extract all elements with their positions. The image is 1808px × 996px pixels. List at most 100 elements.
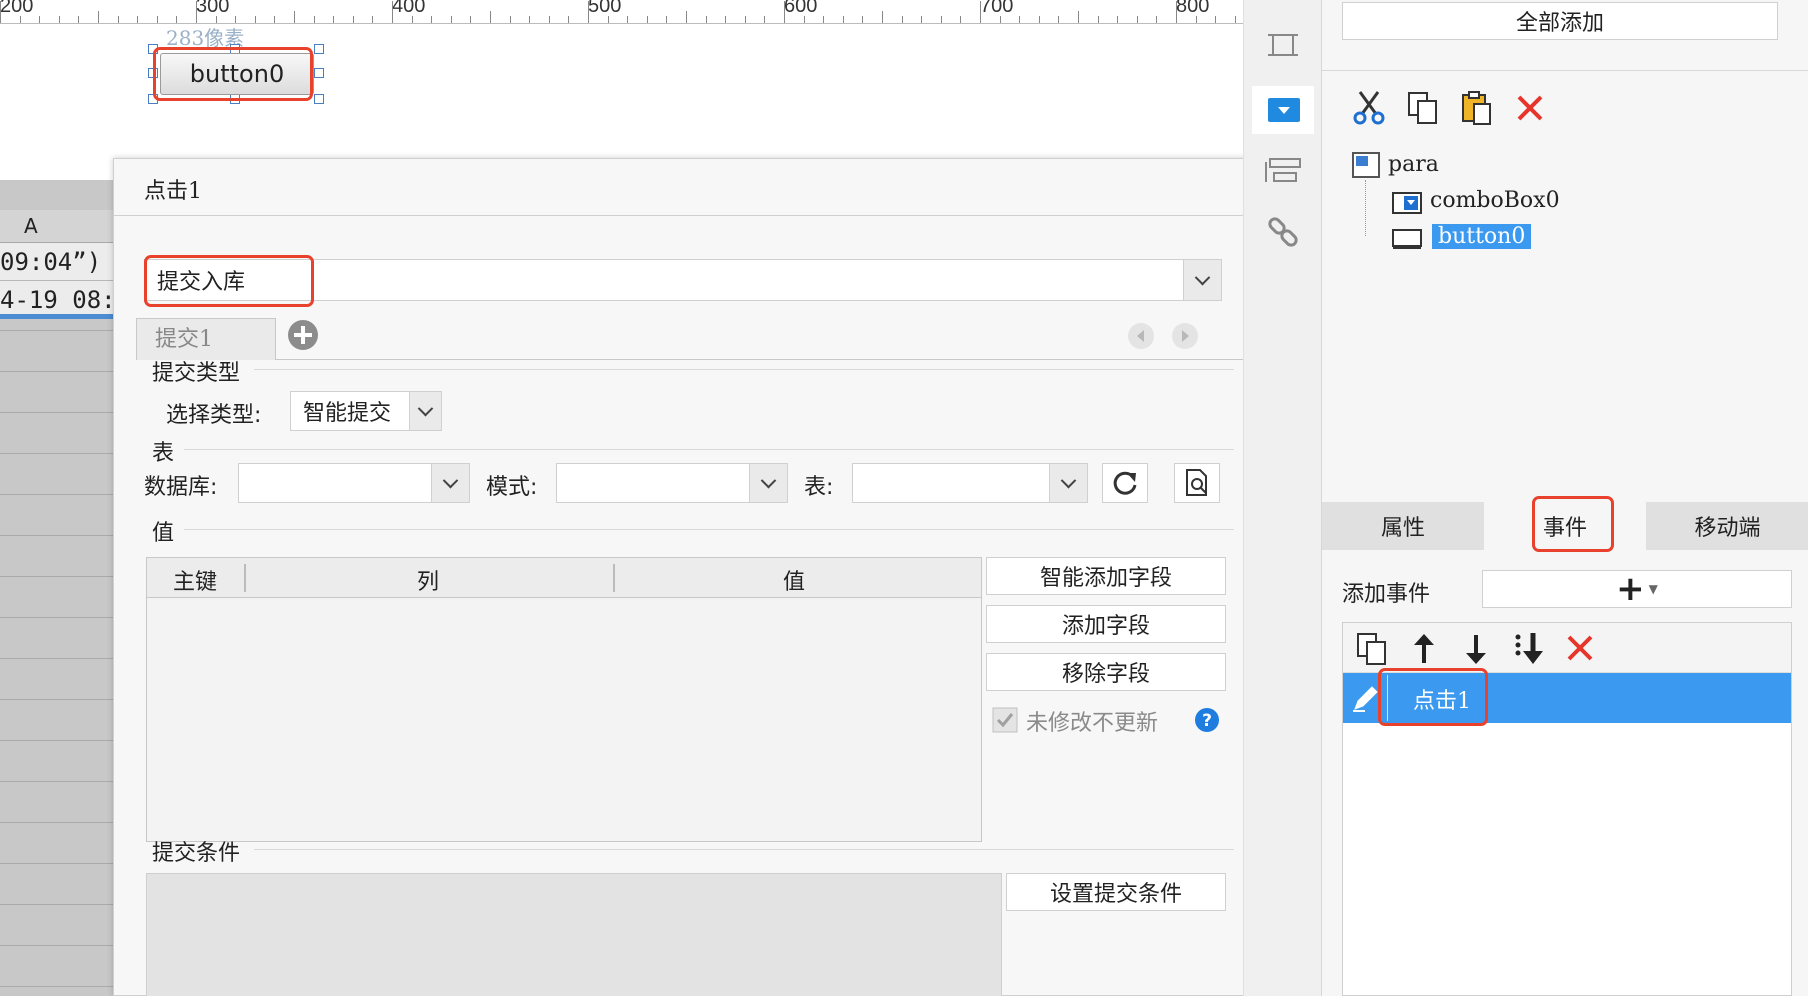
ruler-tick — [1235, 16, 1236, 23]
resize-handle[interactable] — [314, 44, 324, 54]
section-condition: 提交条件 — [152, 841, 241, 866]
delete-icon[interactable] — [1565, 633, 1595, 663]
ruler-tick — [1215, 16, 1216, 23]
column-header-primary-key[interactable]: 主键 — [173, 564, 217, 596]
schema-select[interactable] — [556, 463, 788, 503]
ruler-tick — [941, 16, 942, 23]
column-header-column[interactable]: 列 — [417, 564, 439, 596]
cut-icon[interactable] — [1352, 90, 1386, 126]
copy-icon[interactable] — [1406, 90, 1440, 126]
section-divider — [254, 849, 1234, 850]
ruler-tick — [510, 16, 511, 23]
values-table[interactable]: 主键 列 值 — [146, 557, 982, 842]
paste-icon[interactable] — [1460, 90, 1494, 126]
ruler-tick — [627, 16, 628, 23]
section-values: 值 — [152, 521, 175, 546]
ruler-tick — [412, 16, 413, 23]
horizontal-ruler: 200 300 400 500 600 700 800 — [0, 0, 1243, 24]
chevron-down-icon[interactable] — [431, 464, 469, 502]
resize-handle[interactable] — [314, 68, 324, 78]
database-label: 数据库: — [144, 475, 218, 500]
submit-type-select[interactable]: 智能提交 — [290, 391, 442, 431]
ruler-tick — [686, 11, 687, 23]
svg-text:?: ? — [1202, 711, 1212, 731]
pencil-icon — [1353, 686, 1378, 712]
ruler-tick — [647, 16, 648, 23]
add-tab-icon[interactable] — [286, 318, 320, 352]
tree-connector — [1365, 180, 1366, 236]
tool-sidebar — [1243, 0, 1321, 996]
ruler-tick — [353, 16, 354, 23]
chevron-down-icon[interactable] — [409, 392, 441, 430]
tab-next-icon[interactable] — [1170, 321, 1200, 351]
sheet-gridline — [0, 453, 116, 454]
move-down-icon[interactable] — [1463, 633, 1489, 665]
tab-mobile[interactable]: 移动端 — [1646, 502, 1808, 550]
ruler-tick — [196, 1, 197, 23]
chevron-down-icon[interactable] — [1183, 260, 1221, 300]
tab-submit-1[interactable]: 提交1 — [136, 318, 276, 360]
column-header-value[interactable]: 值 — [783, 564, 805, 596]
table-select[interactable] — [852, 463, 1088, 503]
resize-handle[interactable] — [314, 94, 324, 104]
dialog-title: 点击1 — [144, 179, 202, 204]
chevron-down-icon: ▼ — [1648, 582, 1658, 596]
tab-strip-line — [276, 359, 1266, 360]
no-update-checkbox[interactable] — [992, 707, 1018, 733]
delete-icon[interactable] — [1514, 92, 1546, 124]
highlight-frame — [1532, 496, 1614, 552]
combobox-tool-button[interactable] — [1252, 86, 1314, 134]
crop-frame-icon[interactable] — [1266, 28, 1300, 62]
ruler-tick — [1058, 16, 1059, 23]
sheet-gridline — [0, 945, 116, 946]
help-icon[interactable]: ? — [1194, 707, 1220, 733]
move-up-icon[interactable] — [1411, 633, 1437, 665]
ruler-tick — [1039, 16, 1040, 23]
sheet-gridline — [0, 904, 116, 905]
ruler-tick — [568, 16, 569, 23]
preview-table-button[interactable] — [1174, 463, 1220, 503]
sheet-gridline — [0, 658, 116, 659]
add-all-button[interactable]: 全部添加 — [1342, 2, 1778, 40]
ruler-tick — [372, 16, 373, 23]
remove-field-button[interactable]: 移除字段 — [986, 653, 1226, 691]
add-field-button[interactable]: 添加字段 — [986, 605, 1226, 643]
link-icon[interactable] — [1266, 216, 1300, 250]
ruler-tick — [333, 16, 334, 23]
refresh-button[interactable] — [1102, 463, 1148, 503]
sheet-gridline — [0, 412, 116, 413]
sheet-column-header: A — [0, 210, 116, 243]
copy-icon[interactable] — [1355, 631, 1389, 667]
sheet-cell[interactable]: 4-19 08:0 — [0, 281, 116, 319]
tab-properties[interactable]: 属性 — [1322, 502, 1484, 550]
tree-item-button0[interactable]: button0 — [1432, 224, 1532, 249]
tree-item-para[interactable]: para — [1388, 152, 1439, 177]
document-search-icon — [1186, 469, 1207, 496]
sheet-gridline — [0, 699, 116, 700]
column-divider[interactable] — [244, 564, 246, 592]
set-condition-button[interactable]: 设置提交条件 — [1006, 873, 1226, 911]
smart-add-field-button[interactable]: 智能添加字段 — [986, 557, 1226, 595]
tree-item-combobox0[interactable]: comboBox0 — [1430, 188, 1560, 213]
database-select[interactable] — [238, 463, 470, 503]
ruler-tick — [1117, 16, 1118, 23]
layout-icon[interactable] — [1264, 156, 1304, 186]
plus-icon: + — [1616, 569, 1645, 609]
refresh-icon — [1113, 471, 1137, 495]
add-event-button[interactable]: + ▼ — [1482, 569, 1792, 609]
ruler-label: 500 — [588, 0, 622, 17]
ruler-tick — [137, 16, 138, 23]
chevron-down-icon[interactable] — [1049, 464, 1087, 502]
schema-label: 模式: — [486, 475, 538, 500]
submit-type-value: 智能提交 — [303, 401, 392, 426]
chevron-down-icon[interactable] — [749, 464, 787, 502]
dialog-divider — [114, 215, 1254, 216]
move-bottom-icon[interactable] — [1513, 631, 1547, 665]
sheet-gridline — [0, 535, 116, 536]
tab-prev-icon[interactable] — [1126, 321, 1156, 351]
sheet-gridline — [0, 986, 116, 987]
sheet-gridline — [0, 781, 116, 782]
ruler-tick — [784, 1, 785, 23]
column-divider[interactable] — [613, 564, 615, 592]
sheet-cell[interactable]: 09:04”) - — [0, 243, 116, 281]
